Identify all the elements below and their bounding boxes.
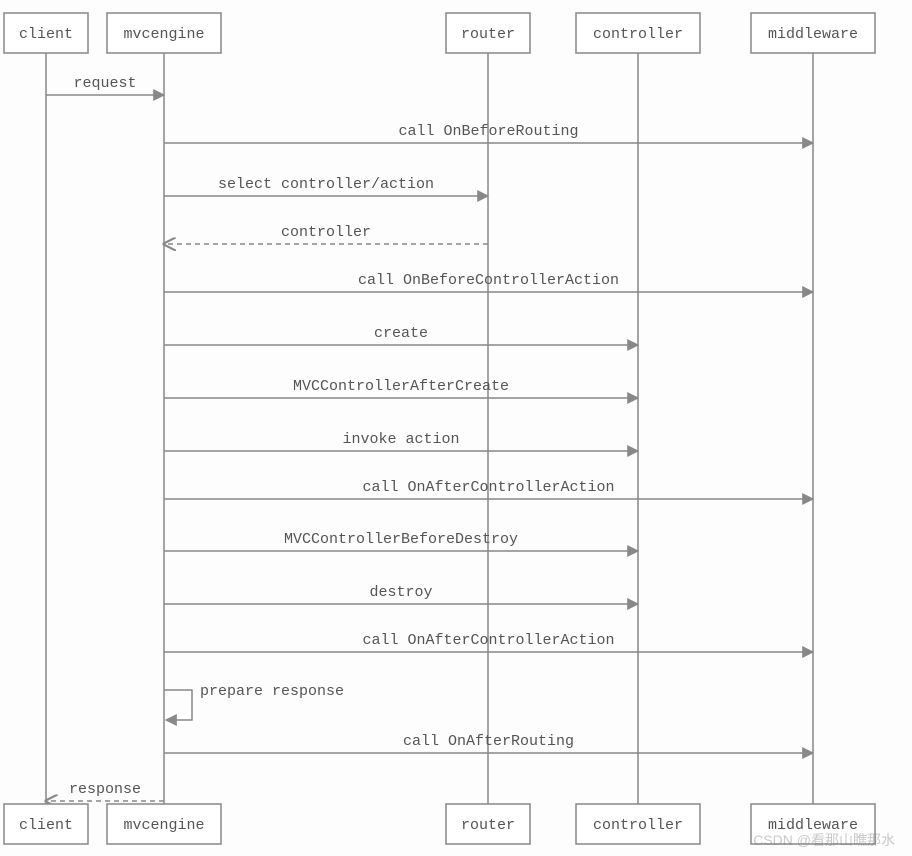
participant-label-controller: controller — [593, 817, 683, 834]
message-label: controller — [281, 224, 371, 241]
message-label: invoke action — [342, 431, 459, 448]
message-label: create — [374, 325, 428, 342]
participant-label-controller: controller — [593, 26, 683, 43]
message-label: call OnBeforeControllerAction — [358, 272, 619, 289]
participant-label-client: client — [19, 817, 73, 834]
sequence-diagram: request call OnBeforeRouting select contro… — [0, 0, 912, 856]
message-label: MVCControllerBeforeDestroy — [284, 531, 518, 548]
message-label: call OnAfterControllerAction — [362, 632, 614, 649]
message-label: call OnAfterRouting — [403, 733, 574, 750]
message-label: select controller/action — [218, 176, 434, 193]
message-label: destroy — [369, 584, 432, 601]
participant-label-router: router — [461, 817, 515, 834]
message-label: response — [69, 781, 141, 798]
participant-label-middleware: middleware — [768, 26, 858, 43]
watermark-text: CSDN @看那山瞧那水 — [753, 832, 895, 848]
message-label: call OnBeforeRouting — [398, 123, 578, 140]
message-label: call OnAfterControllerAction — [362, 479, 614, 496]
message-label: MVCControllerAfterCreate — [293, 378, 509, 395]
message-arrow — [164, 690, 192, 720]
participant-label-mvcengine: mvcengine — [123, 26, 204, 43]
message-label: request — [73, 75, 136, 92]
participant-label-client: client — [19, 26, 73, 43]
participant-label-router: router — [461, 26, 515, 43]
message-label: prepare response — [200, 683, 344, 700]
participant-label-mvcengine: mvcengine — [123, 817, 204, 834]
